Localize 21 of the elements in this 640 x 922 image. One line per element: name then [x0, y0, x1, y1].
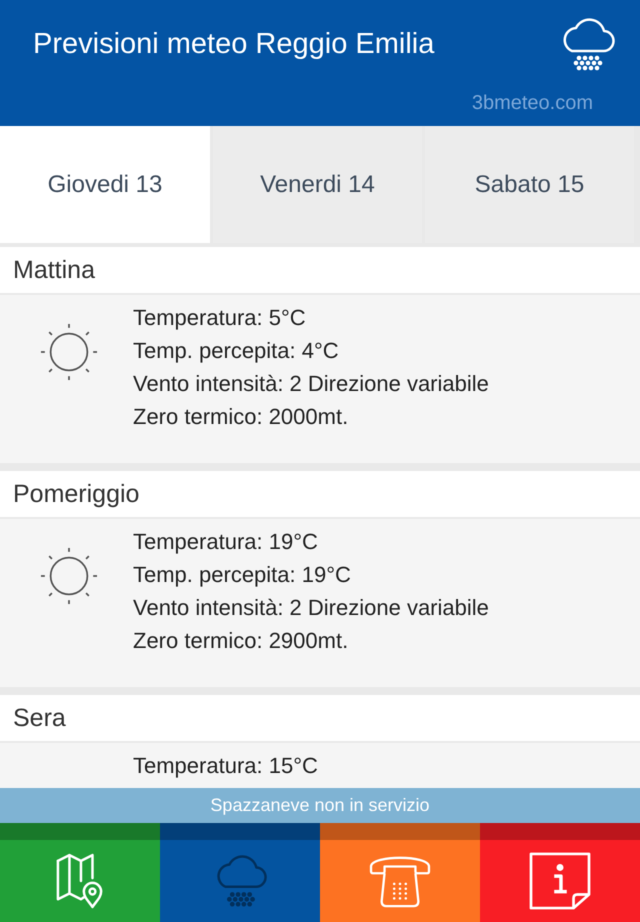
- forecast-detail: Temp. percepita: 4°C: [133, 337, 339, 365]
- period-header: Mattina: [0, 247, 640, 293]
- forecast-detail: Zero termico: 2000mt.: [133, 403, 348, 431]
- nav-button[interactable]: [320, 823, 480, 922]
- forecast-detail: Temperatura: 19°C: [133, 528, 318, 556]
- forecast-detail: Temperatura: 5°C: [133, 304, 306, 332]
- period-header: Pomeriggio: [0, 471, 640, 517]
- page-title: Previsioni meteo Reggio Emilia: [33, 27, 434, 61]
- nav-button[interactable]: [0, 823, 160, 922]
- nav-button[interactable]: [480, 823, 640, 922]
- status-banner: Spazzaneve non in servizio: [0, 788, 640, 823]
- sun-icon: [40, 547, 98, 605]
- forecast-detail: Vento intensità: 2 Direzione variabile: [133, 594, 489, 622]
- period-header: Sera: [0, 695, 640, 741]
- sun-icon: [40, 323, 98, 381]
- forecast-detail: Zero termico: 2900mt.: [133, 627, 348, 655]
- day-tab[interactable]: Giovedi 13: [0, 126, 210, 243]
- source-label: 3bmeteo.com: [472, 92, 593, 115]
- forecast-detail: Vento intensità: 2 Direzione variabile: [133, 370, 489, 398]
- forecast-detail: Temperatura: 15°C: [133, 752, 318, 780]
- forecast-detail: Temp. percepita: 19°C: [133, 561, 351, 589]
